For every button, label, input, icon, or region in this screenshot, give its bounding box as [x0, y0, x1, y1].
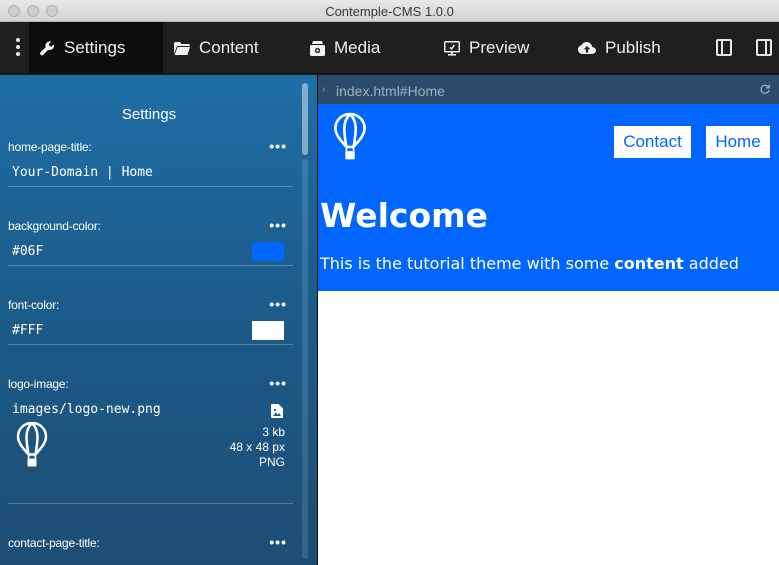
field-divider: [8, 265, 293, 266]
wrench-icon: [40, 40, 55, 55]
hero-text-end: added: [683, 254, 739, 273]
field-home-page-title: home-page-title: ••• Your-Domain | Home: [8, 139, 293, 190]
hero-text-start: This is the tutorial theme with some: [320, 254, 615, 273]
field-options-icon[interactable]: •••: [269, 297, 287, 311]
nav-home-link[interactable]: Home: [706, 126, 770, 158]
cloud-upload-icon: [578, 41, 596, 54]
tab-content[interactable]: Content: [174, 22, 259, 74]
logo-image-path[interactable]: images/logo-new.png: [12, 402, 161, 417]
folder-icon: [174, 41, 190, 55]
logo-file-meta: 3 kb 48 x 48 px PNG: [230, 425, 285, 470]
more-menu-icon[interactable]: [11, 38, 25, 58]
field-divider: [8, 344, 293, 345]
hero-text: This is the tutorial theme with some con…: [320, 254, 739, 273]
field-label: background-color:: [8, 219, 101, 233]
refresh-icon[interactable]: [760, 84, 770, 94]
preview-hero: Contact Home Welcome This is the tutoria…: [318, 104, 779, 291]
monitor-icon: [444, 40, 460, 56]
main-toolbar: Settings Content Media Preview Publish: [0, 22, 779, 74]
field-logo-image: logo-image: ••• images/logo-new.png 3 kb…: [8, 376, 293, 507]
tab-publish-label: Publish: [605, 38, 661, 57]
tab-settings[interactable]: Settings: [29, 22, 163, 74]
url-caret-icon: ›: [322, 84, 326, 95]
tab-media[interactable]: Media: [310, 22, 380, 74]
field-options-icon[interactable]: •••: [269, 139, 287, 153]
toggle-left-panel-button[interactable]: [716, 39, 732, 56]
window-title: Contemple-CMS 1.0.0: [325, 4, 454, 19]
font-color-input[interactable]: #FFF: [12, 323, 43, 338]
background-color-swatch[interactable]: [252, 242, 284, 261]
app-window: Contemple-CMS 1.0.0 Settings Content Med…: [0, 0, 779, 565]
logo-dimensions: 48 x 48 px: [229, 440, 285, 454]
preview-pane: › index.html#Home Contact Home Welcome T…: [318, 75, 779, 565]
hero-title: Welcome: [320, 196, 488, 235]
nav-contact-link[interactable]: Contact: [614, 126, 691, 158]
field-label: contact-page-title:: [8, 536, 100, 550]
tab-settings-label: Settings: [64, 38, 126, 57]
field-options-icon[interactable]: •••: [269, 376, 287, 390]
field-options-icon[interactable]: •••: [269, 535, 287, 549]
sidebar-scrollbar[interactable]: [302, 83, 308, 155]
hero-text-bold: content: [614, 254, 684, 273]
field-divider: [8, 186, 293, 187]
balloon-logo-icon: [334, 112, 366, 160]
field-label: logo-image:: [8, 377, 69, 391]
background-color-input[interactable]: #06F: [12, 244, 43, 259]
media-icon: [310, 40, 325, 56]
field-options-icon[interactable]: •••: [269, 218, 287, 232]
tab-preview[interactable]: Preview: [444, 22, 529, 74]
field-divider: [8, 503, 293, 504]
field-background-color: background-color: ••• #06F: [8, 218, 293, 269]
preview-url-bar: › index.html#Home: [318, 75, 779, 104]
tab-media-label: Media: [334, 38, 381, 57]
logo-format: PNG: [258, 455, 285, 469]
logo-file-size: 3 kb: [262, 425, 285, 439]
title-bar: Contemple-CMS 1.0.0: [0, 0, 779, 22]
font-color-swatch[interactable]: [252, 321, 284, 340]
sidebar-scroll-track[interactable]: [302, 159, 308, 559]
tab-preview-label: Preview: [469, 38, 530, 57]
field-font-color: font-color: ••• #FFF: [8, 297, 293, 348]
sidebar-heading: Settings: [121, 106, 177, 123]
image-file-icon[interactable]: [271, 404, 283, 418]
settings-sidebar: Settings home-page-title: ••• Your-Domai…: [0, 75, 317, 565]
toggle-right-panel-button[interactable]: [756, 39, 772, 56]
preview-url[interactable]: index.html#Home: [336, 83, 445, 99]
home-page-title-input[interactable]: Your-Domain | Home: [12, 165, 153, 180]
field-contact-page-title: contact-page-title: •••: [8, 535, 293, 565]
tab-content-label: Content: [199, 38, 259, 57]
field-label: home-page-title:: [8, 140, 92, 154]
field-label: font-color:: [8, 298, 60, 312]
logo-thumbnail: [16, 421, 48, 467]
tab-publish[interactable]: Publish: [578, 22, 661, 74]
